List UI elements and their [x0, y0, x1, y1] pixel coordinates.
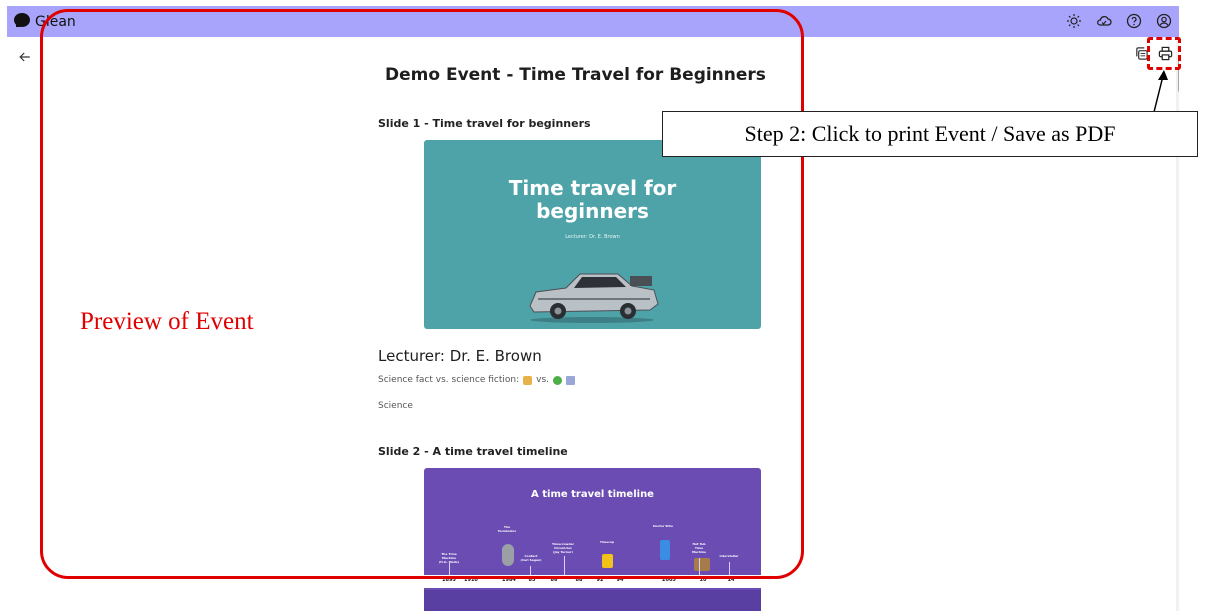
timeline-bottom-band — [424, 590, 761, 611]
print-button-highlight — [1147, 37, 1181, 70]
step-2-callout: Step 2: Click to print Event / Save as P… — [662, 111, 1198, 157]
cloud-icon[interactable] — [1095, 12, 1113, 30]
glean-logo-icon — [13, 12, 31, 32]
sun-icon[interactable] — [1065, 12, 1083, 30]
preview-annotation-frame — [40, 9, 804, 579]
preview-annotation-label: Preview of Event — [80, 308, 254, 335]
help-icon[interactable] — [1125, 12, 1143, 30]
back-arrow-icon[interactable] — [17, 49, 37, 65]
account-icon[interactable] — [1155, 12, 1173, 30]
top-bar-icons — [1065, 12, 1173, 30]
